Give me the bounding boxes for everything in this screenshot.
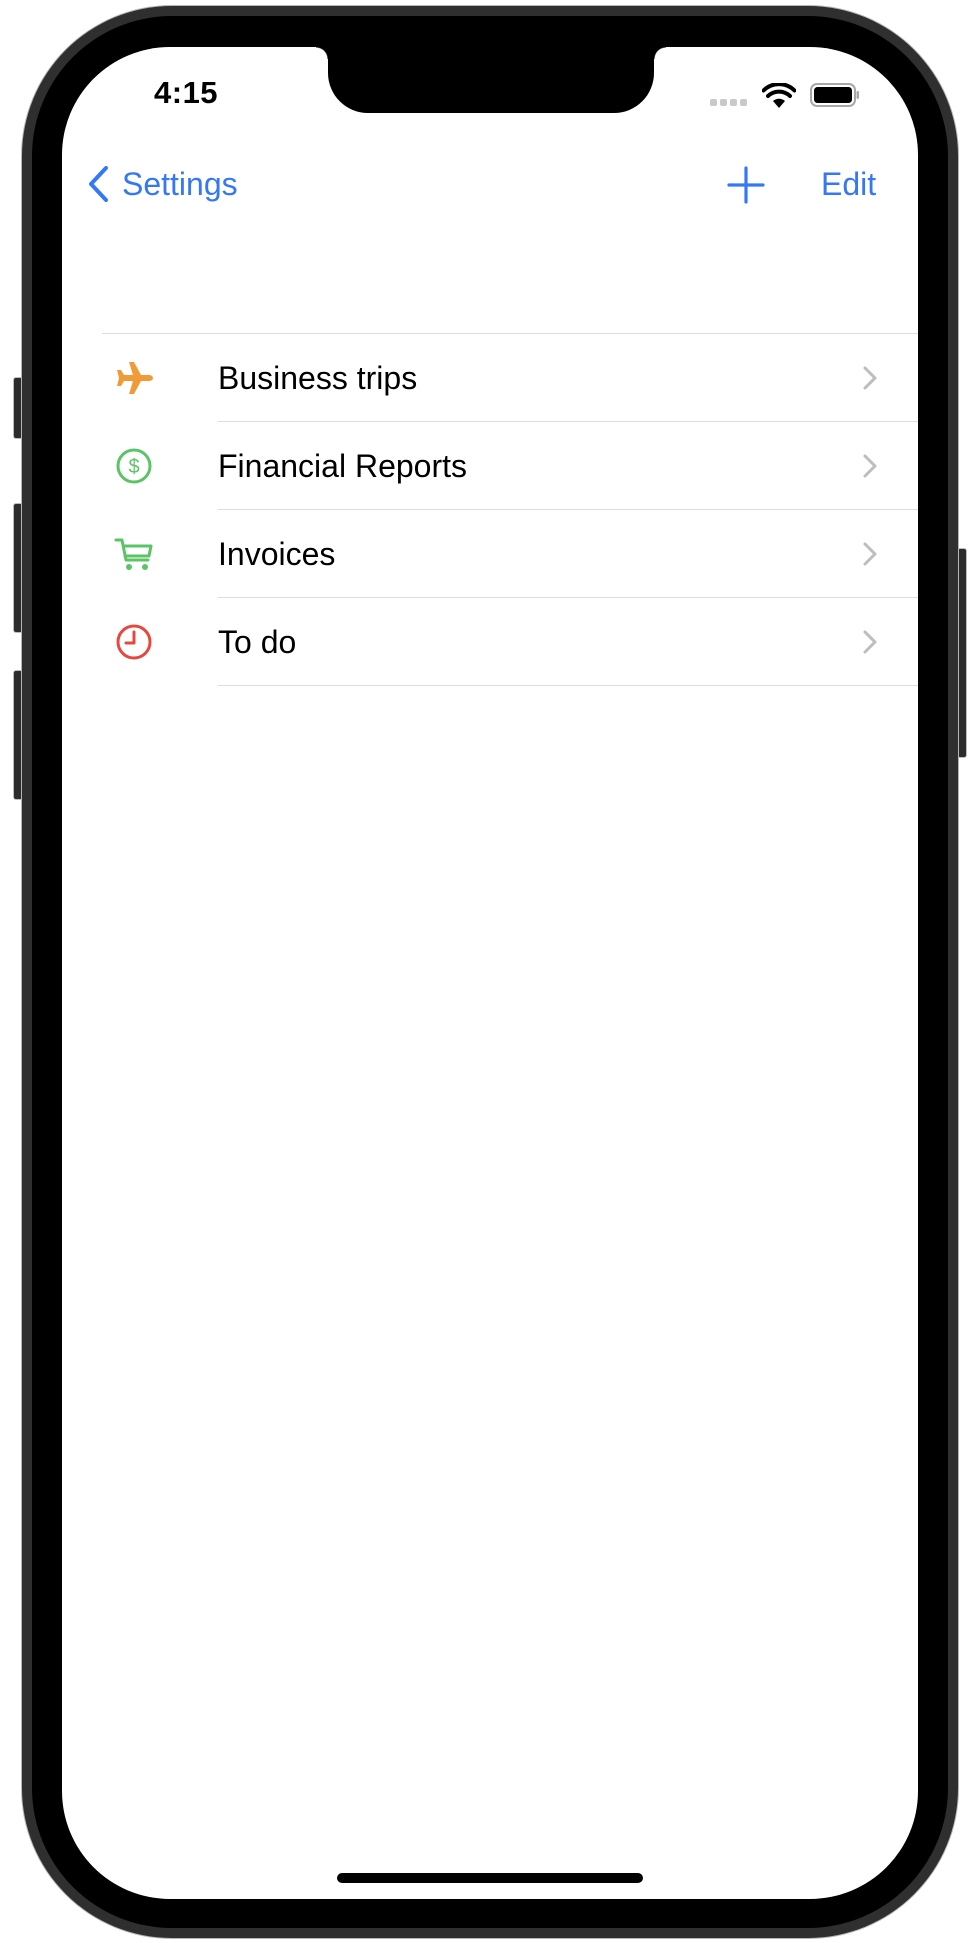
chevron-right-icon [863,630,877,654]
screen: 4:15 Settings Edit Business trips $ Fina… [62,47,918,1899]
list-item-to-do[interactable]: To do [102,598,918,686]
list-item-label: Business trips [218,359,418,396]
home-indicator[interactable] [337,1873,643,1883]
edit-button[interactable]: Edit [821,166,876,203]
plus-icon[interactable] [726,165,766,205]
side-button [957,548,967,758]
back-label: Settings [122,165,238,202]
chevron-right-icon [863,542,877,566]
list-item-business-trips[interactable]: Business trips [102,334,918,422]
dollar-circle-icon: $ [114,446,154,486]
back-button[interactable]: Settings [86,165,238,203]
list-item-invoices[interactable]: Invoices [102,510,918,598]
row-separator [218,685,918,686]
list-item-financial-reports[interactable]: $ Financial Reports [102,422,918,510]
battery-icon [810,83,859,107]
wifi-icon [762,83,796,108]
chevron-right-icon [863,454,877,478]
cellular-signal-icon [710,99,747,106]
status-time: 4:15 [154,75,219,110]
notch [316,47,666,113]
chevron-right-icon [863,366,877,390]
list-item-label: To do [218,623,297,660]
svg-text:$: $ [128,456,139,478]
list-item-label: Invoices [218,535,336,572]
list-item-label: Financial Reports [218,447,467,484]
chevron-left-icon [89,166,108,202]
cart-icon [114,534,154,574]
airplane-icon [114,358,154,398]
clock-icon [114,622,154,662]
folder-list: Business trips $ Financial Reports Invoi… [102,333,918,686]
